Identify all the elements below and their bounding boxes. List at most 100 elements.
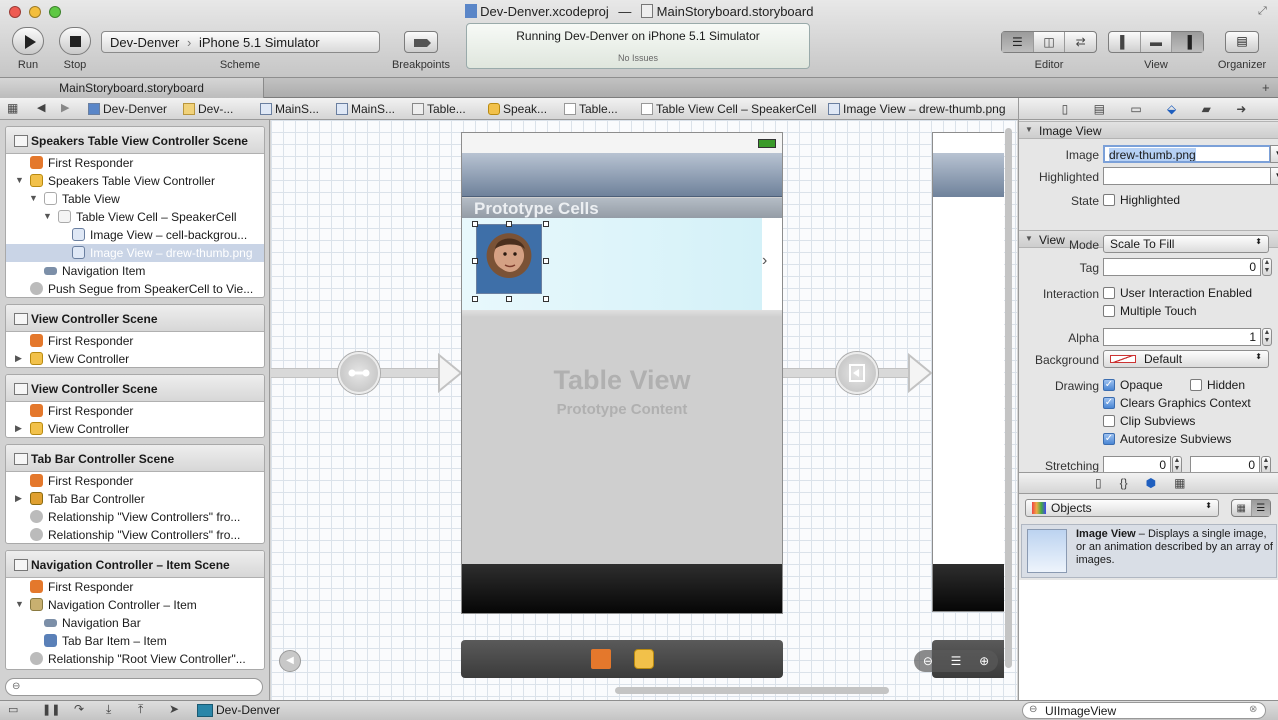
outline-row[interactable]: First Responder (6, 402, 264, 420)
image-dropdown-icon[interactable]: ▼ (1270, 145, 1278, 163)
pause-icon[interactable]: ❚❚ (42, 703, 60, 716)
file-inspector-icon[interactable]: ▯ (1062, 102, 1069, 116)
resize-handle[interactable] (472, 296, 478, 302)
step-into-icon[interactable]: ⤓ (106, 702, 111, 717)
scene-header[interactable]: Speakers Table View Controller Scene (6, 127, 264, 154)
opaque-checkbox[interactable]: ✓ (1103, 379, 1115, 391)
highlighted-combobox[interactable] (1103, 167, 1271, 185)
horizontal-scrollbar[interactable] (615, 687, 889, 694)
crumb-project[interactable]: Dev-Denver (88, 102, 167, 116)
autoresize-checkbox[interactable]: ✓ (1103, 433, 1115, 445)
outline-row[interactable]: Relationship "View Controllers" fro... (6, 508, 264, 526)
tab-bar[interactable] (462, 564, 782, 613)
image-view-section-header[interactable]: Image View (1019, 121, 1278, 139)
organizer-button[interactable]: ▤ (1225, 31, 1259, 53)
debug-area-toggle-icon[interactable]: ▬ (1141, 32, 1173, 52)
disclosure-open-icon[interactable]: ▼ (43, 211, 52, 221)
resize-handle[interactable] (472, 258, 478, 264)
outline-row[interactable]: Relationship "Root View Controller"... (6, 650, 264, 668)
standard-editor-icon[interactable]: ☰ (1002, 32, 1034, 52)
stop-button[interactable] (59, 27, 91, 55)
resize-handle[interactable] (543, 221, 549, 227)
outline-row-selected[interactable]: Image View – drew-thumb.png (6, 244, 264, 262)
outline-row[interactable]: First Responder (6, 578, 264, 596)
outline-filter-field[interactable]: ⊖ (5, 678, 263, 696)
fullscreen-icon[interactable]: ⤢ (1258, 5, 1267, 18)
navigator-toggle-icon[interactable]: ▌ (1109, 32, 1141, 52)
resize-handle[interactable] (543, 296, 549, 302)
disclosure-closed-icon[interactable]: ▶ (15, 423, 22, 434)
disclosure-open-icon[interactable]: ▼ (15, 599, 24, 609)
scene-header[interactable]: View Controller Scene (6, 375, 264, 402)
outline-row[interactable]: First Responder (6, 154, 264, 172)
grid-view-icon[interactable]: ▦ (1232, 500, 1252, 516)
outline-row[interactable]: First Responder (6, 472, 264, 490)
resize-handle[interactable] (506, 221, 512, 227)
scheme-popup[interactable]: Dev-Denver › iPhone 5.1 Simulator (101, 31, 380, 53)
utilities-toggle-icon[interactable]: ▐ (1172, 32, 1204, 52)
speakers-table-scene[interactable]: Prototype Cells › Table View Prototype C… (461, 132, 783, 614)
zoom-in-icon[interactable]: ⊕ (979, 654, 989, 668)
outline-row[interactable]: ▼ Speakers Table View Controller (6, 172, 264, 190)
outline-row[interactable]: Image View – cell-backgrou... (6, 226, 264, 244)
step-over-icon[interactable]: ↷ (74, 702, 84, 716)
crumb-table-view[interactable]: Table... (564, 102, 618, 116)
alpha-field[interactable]: 1 (1103, 328, 1261, 346)
outline-row[interactable]: ▼ Navigation Controller – Item (6, 596, 264, 614)
navigation-bar[interactable] (462, 153, 782, 197)
image-combobox[interactable]: drew-thumb.png (1103, 145, 1271, 163)
resize-handle[interactable] (543, 258, 549, 264)
tab-mainstoryboard[interactable]: MainStoryboard.storyboard (0, 78, 264, 98)
first-responder-icon[interactable] (591, 649, 611, 669)
disclosure-open-icon[interactable]: ▼ (29, 193, 38, 203)
add-tab-button[interactable]: + (1262, 80, 1270, 95)
crumb-table-scene[interactable]: Table... (412, 102, 466, 116)
library-filter-field[interactable]: ⊖ UIImageView ⊗ (1022, 702, 1266, 719)
tag-field[interactable]: 0 (1103, 258, 1261, 276)
file-template-icon[interactable]: ▯ (1095, 476, 1102, 490)
crumb-folder[interactable]: Dev-... (183, 102, 233, 116)
vertical-scrollbar[interactable] (1005, 128, 1012, 668)
location-icon[interactable]: ➤ (169, 702, 179, 716)
state-highlighted-checkbox[interactable] (1103, 194, 1115, 206)
quick-help-icon[interactable]: ▤ (1094, 102, 1105, 116)
highlighted-dropdown-icon[interactable]: ▼ (1270, 167, 1278, 185)
breakpoints-button[interactable] (404, 31, 438, 53)
outline-row[interactable]: ▼ Table View Cell – SpeakerCell (6, 208, 264, 226)
view-controller-icon[interactable] (634, 649, 654, 669)
alpha-stepper[interactable]: ▲ ▼ (1262, 328, 1272, 346)
connections-inspector-icon[interactable]: ➜ (1236, 102, 1246, 116)
disclosure-open-icon[interactable]: ▼ (15, 175, 24, 185)
assistant-editor-icon[interactable]: ◫ (1034, 32, 1066, 52)
outline-row[interactable]: Navigation Item (6, 262, 264, 280)
hidden-checkbox[interactable] (1190, 379, 1202, 391)
forward-arrow-icon[interactable]: ▶ (61, 101, 69, 114)
library-category-popup[interactable]: Objects ⬍ (1025, 499, 1219, 517)
back-arrow-icon[interactable]: ◀ (37, 101, 45, 114)
tag-stepper[interactable]: ▲ ▼ (1262, 258, 1272, 276)
attributes-inspector-icon[interactable]: ⬙ (1167, 102, 1176, 116)
crumb-image-view[interactable]: Image View – drew-thumb.png (828, 102, 1006, 116)
outline-row[interactable]: ▶ View Controller (6, 420, 264, 437)
code-snippet-icon[interactable]: {} (1120, 476, 1128, 490)
crumb-storyboard-2[interactable]: MainS... (336, 102, 395, 116)
size-inspector-icon[interactable]: ▰ (1202, 102, 1211, 116)
hide-debug-area-icon[interactable]: ▭ (8, 703, 18, 716)
crumb-speakers-controller[interactable]: Speak... (488, 102, 547, 116)
disclosure-closed-icon[interactable]: ▶ (15, 493, 22, 504)
push-segue-badge[interactable] (836, 352, 878, 394)
outline-row[interactable]: ▶ Tab Bar Controller (6, 490, 264, 508)
list-view-icon[interactable]: ☰ (1251, 500, 1270, 516)
crumb-table-cell[interactable]: Table View Cell – SpeakerCell (641, 102, 817, 116)
scroll-back-icon[interactable]: ◀ (279, 650, 301, 672)
version-editor-icon[interactable]: ⇄ (1065, 32, 1096, 52)
resize-handle[interactable] (472, 221, 478, 227)
resize-handle[interactable] (506, 296, 512, 302)
clear-filter-icon[interactable]: ⊗ (1249, 704, 1257, 715)
outline-row[interactable]: Push Segue from SpeakerCell to Vie... (6, 280, 264, 297)
speaker-cell[interactable]: › (462, 218, 782, 310)
outline-row[interactable]: ▼ Table View (6, 190, 264, 208)
zoom-out-icon[interactable]: ⊖ (923, 654, 933, 668)
clip-subviews-checkbox[interactable] (1103, 415, 1115, 427)
scene-header[interactable]: Navigation Controller – Item Scene (6, 551, 264, 578)
